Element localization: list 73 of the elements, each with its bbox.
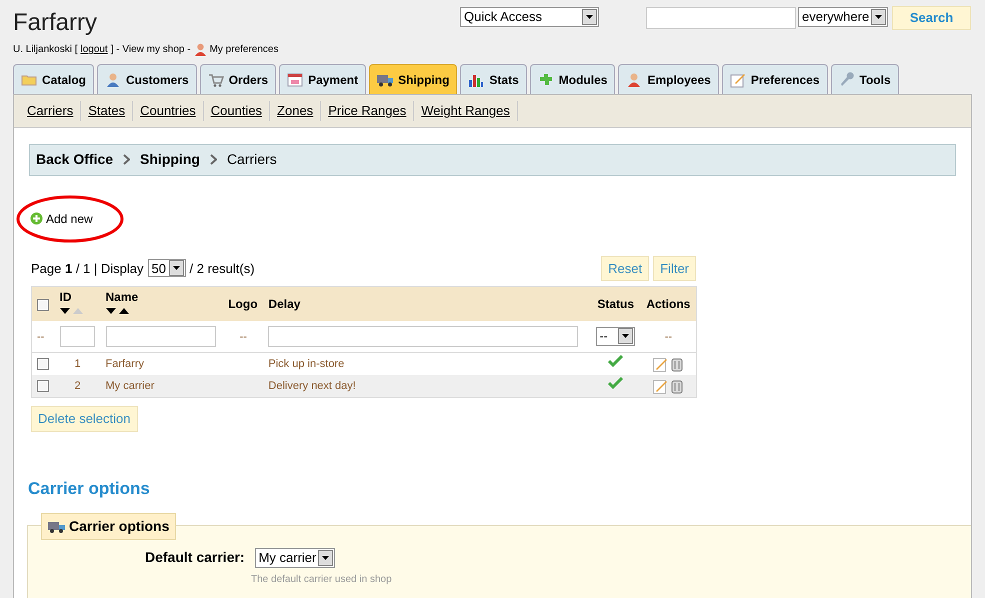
table-cell: Delivery next day!: [268, 380, 356, 392]
filter-field[interactable]: [268, 326, 578, 347]
row-checkbox[interactable]: [37, 358, 49, 370]
status-filter-select[interactable]: --: [596, 326, 635, 346]
nav-tab[interactable]: Modules: [530, 64, 616, 94]
cart-icon: [208, 72, 224, 88]
trash-icon[interactable]: [671, 378, 684, 394]
plus-icon: [30, 212, 43, 225]
subtab-link[interactable]: Zones: [270, 101, 322, 120]
shop-title: Farfarry: [13, 8, 97, 38]
nav-tab[interactable]: Preferences: [722, 64, 828, 94]
result-count: / 2 result(s): [190, 260, 255, 278]
empty-filter-text: --: [240, 330, 247, 342]
add-new-link[interactable]: Add new: [30, 210, 93, 228]
select-all-checkbox[interactable]: [37, 298, 49, 311]
person-icon: [194, 43, 207, 56]
user-name: U. Liljankoski [: [13, 43, 78, 57]
nav-tab[interactable]: Stats: [460, 64, 527, 94]
edit-icon[interactable]: [653, 378, 668, 394]
nav-tab[interactable]: Employees: [618, 64, 719, 94]
puzzle-icon: [538, 72, 554, 88]
subtab-link[interactable]: Price Ranges: [321, 101, 414, 120]
nav-tab[interactable]: Customers: [97, 64, 197, 94]
table-cell: Pick up in-store: [268, 358, 344, 370]
preferences-link[interactable]: My preferences: [210, 42, 278, 57]
sort-arrows-icon[interactable]: [106, 307, 130, 315]
chevron-icon: [123, 154, 130, 165]
default-carrier-select[interactable]: My carrier: [254, 548, 335, 568]
field-label: Default carrier:: [145, 548, 245, 567]
subtab-link[interactable]: Counties: [204, 101, 270, 120]
search-field[interactable]: [646, 7, 796, 29]
filter-field[interactable]: [60, 326, 94, 347]
search-scope-select[interactable]: everywhere: [798, 7, 888, 27]
table-cell: Farfarry: [106, 358, 144, 370]
nav-tab[interactable]: Orders: [200, 64, 276, 94]
check-icon[interactable]: [608, 355, 624, 367]
nav-tab[interactable]: Catalog: [13, 64, 94, 94]
person-icon: [105, 72, 122, 88]
nav-tab[interactable]: Tools: [830, 64, 899, 94]
pencil-icon: [730, 72, 746, 88]
person-icon: [626, 72, 642, 88]
empty-filter-text: --: [664, 330, 672, 342]
chevron-icon: [210, 154, 217, 165]
edit-icon[interactable]: [653, 356, 668, 372]
field-hint: The default carrier used in shop: [251, 573, 393, 587]
breadcrumb-item[interactable]: Shipping: [140, 149, 200, 170]
table-cell: 1: [74, 358, 81, 370]
breadcrumb-item[interactable]: Back Office: [36, 149, 114, 170]
per-page-select[interactable]: 50: [148, 259, 186, 278]
subtab-link[interactable]: Carriers: [20, 101, 82, 120]
section-heading: Carrier options: [28, 478, 151, 500]
logout-link[interactable]: logout: [80, 42, 108, 57]
wrench-icon: [838, 72, 855, 88]
check-icon[interactable]: [608, 377, 624, 389]
table-cell: My carrier: [106, 380, 154, 392]
view-shop-text: ] - View my shop -: [110, 43, 191, 57]
breadcrumb-item: Carriers: [226, 150, 277, 169]
quick-access-select[interactable]: Quick Access: [460, 7, 599, 27]
subtab-link[interactable]: States: [81, 101, 134, 120]
filter-field[interactable]: [106, 326, 216, 347]
trash-icon[interactable]: [671, 356, 684, 372]
pagination-text: Page 1 / 1 | Display: [31, 260, 144, 278]
nav-tab[interactable]: Payment: [279, 64, 366, 94]
nav-tab[interactable]: Shipping: [369, 64, 458, 94]
truck-icon: [48, 520, 65, 532]
legend-text: Carrier options: [69, 517, 170, 536]
subtab-link[interactable]: Countries: [133, 101, 204, 120]
row-checkbox[interactable]: [37, 380, 49, 392]
sort-arrows-icon[interactable]: [60, 307, 84, 315]
subtab-link[interactable]: Weight Ranges: [414, 101, 518, 120]
card-icon: [287, 72, 304, 88]
table-cell: 2: [74, 380, 81, 392]
empty-filter-text: --: [37, 330, 44, 342]
